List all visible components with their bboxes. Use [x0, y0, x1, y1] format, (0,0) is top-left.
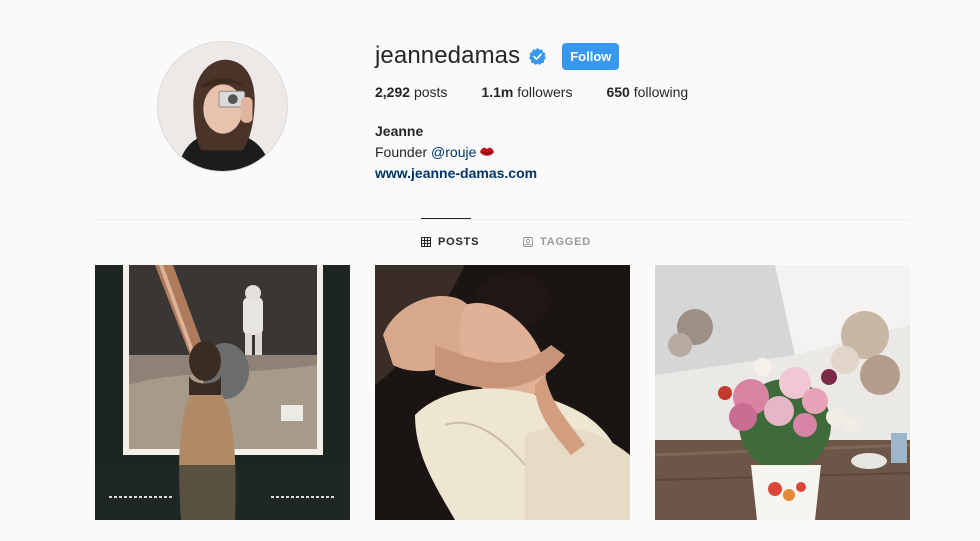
profile-stats: 2,292 posts 1.1m followers 650 following: [375, 84, 722, 100]
posts-stat: 2,292 posts: [375, 84, 447, 100]
profile-bio: Jeanne Founder @rouje www.jeanne-damas.c…: [375, 121, 537, 184]
follow-button[interactable]: Follow: [562, 42, 620, 70]
following-label: following: [633, 84, 689, 100]
tab-posts-label: POSTS: [438, 236, 480, 248]
bio-line: Founder @rouje: [375, 142, 537, 163]
posts-count: 2,292: [375, 84, 411, 100]
posts-grid: [95, 265, 910, 520]
profile-tabs: POSTS TAGGED: [0, 236, 980, 250]
bio-mention-link[interactable]: @rouje: [431, 144, 476, 160]
profile-full-name: Jeanne: [375, 123, 424, 139]
profile-website-link[interactable]: www.jeanne-damas.com: [375, 165, 537, 181]
following-stat[interactable]: 650 following: [606, 84, 688, 100]
grid-icon: [421, 237, 431, 247]
active-tab-indicator: [421, 218, 471, 219]
bio-text: Founder: [375, 144, 432, 160]
post-image-museum: [95, 265, 350, 520]
verified-badge-icon: [529, 47, 547, 65]
tab-tagged[interactable]: TAGGED: [523, 236, 591, 248]
followers-stat[interactable]: 1.1m followers: [481, 84, 572, 100]
tag-icon: [523, 237, 533, 247]
posts-label: posts: [413, 84, 448, 100]
post-image-flowers: [655, 265, 910, 520]
section-divider: [94, 219, 910, 220]
post-thumbnail[interactable]: [375, 265, 630, 520]
following-count: 650: [606, 84, 630, 100]
profile-avatar[interactable]: [157, 41, 288, 172]
profile-header: jeannedamas Follow: [375, 40, 620, 72]
followers-label: followers: [517, 84, 573, 100]
avatar-photo: [158, 42, 287, 171]
profile-username: jeannedamas: [375, 42, 521, 69]
tab-posts[interactable]: POSTS: [421, 236, 479, 248]
tab-tagged-label: TAGGED: [540, 236, 592, 248]
followers-count: 1.1m: [481, 84, 514, 100]
post-image-embrace: [375, 265, 630, 520]
post-thumbnail[interactable]: [95, 265, 350, 520]
lips-icon: [479, 143, 495, 156]
post-thumbnail[interactable]: [655, 265, 910, 520]
